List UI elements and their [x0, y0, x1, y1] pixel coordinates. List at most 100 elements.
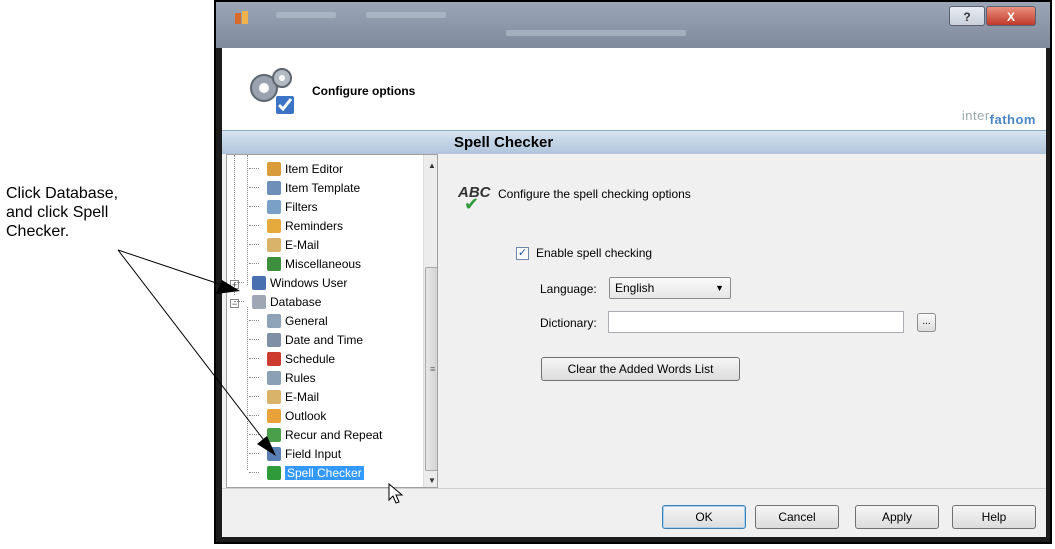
database-icon: [252, 294, 266, 309]
tree-item-field-input[interactable]: Field Input: [267, 444, 341, 463]
annotation-line-2: and click Spell: [6, 204, 109, 221]
tree-item-label: E-Mail: [285, 237, 320, 252]
tree-item-e-mail[interactable]: E-Mail: [267, 387, 319, 406]
tree-item-item-template[interactable]: Item Template: [267, 178, 360, 197]
help-title-button[interactable]: ?: [949, 6, 985, 26]
options-tree: + − Item Editor Item Template Filters Remin…: [226, 154, 438, 488]
browse-button[interactable]: ...: [917, 313, 936, 332]
tree-connector: [249, 187, 259, 188]
field-input-icon: [267, 446, 281, 461]
language-select[interactable]: English ▼: [609, 277, 731, 299]
section-title: Spell Checker: [454, 134, 554, 151]
scrollbar-grip: ≡: [430, 364, 436, 374]
recur-repeat-icon: [267, 427, 281, 442]
tree-connector: [249, 168, 259, 169]
tree-item-general[interactable]: General: [267, 311, 328, 330]
tree-connector: [249, 434, 259, 435]
panel-description: Configure the spell checking options: [498, 187, 691, 201]
close-button[interactable]: X: [986, 6, 1036, 26]
tree-connector: [249, 377, 259, 378]
tree-item-outlook[interactable]: Outlook: [267, 406, 326, 425]
item-editor-icon: [267, 161, 281, 176]
annotation-callout: Click Database, and click Spell Checker.: [6, 184, 206, 241]
tree-item-label: Item Editor: [285, 161, 344, 176]
tree-item-label: Rules: [285, 370, 316, 385]
tree-connector: [247, 155, 248, 285]
tree-item-filters[interactable]: Filters: [267, 197, 318, 216]
tree-item-database[interactable]: Database: [252, 292, 321, 311]
tree-item-item-editor[interactable]: Item Editor: [267, 159, 343, 178]
annotation-line-3: Checker.: [6, 223, 70, 240]
tree-item-label: Filters: [285, 199, 318, 214]
annotation-line-1: Click Database,: [6, 185, 119, 202]
scroll-down-arrow[interactable]: ▼: [428, 476, 436, 485]
tree-connector: [249, 339, 259, 340]
title-menu-blur: [276, 12, 336, 18]
tree-scrollbar[interactable]: ▲ ≡ ▼: [423, 155, 437, 487]
title-menu-blur: [366, 12, 446, 18]
title-bar: ? X: [216, 2, 1050, 48]
spell-checker-panel: ABC ✔ Configure the spell checking optio…: [444, 154, 1046, 488]
gears-icon: [250, 68, 294, 114]
language-value: English: [615, 281, 655, 295]
tree-item-label: Miscellaneous: [285, 256, 362, 271]
tree-connector: [249, 244, 259, 245]
ok-button[interactable]: OK: [662, 505, 746, 529]
tree-item-miscellaneous[interactable]: Miscellaneous: [267, 254, 361, 273]
brand-prefix: inter: [961, 108, 990, 123]
email-icon: [267, 237, 281, 252]
schedule-icon: [267, 351, 281, 366]
tree-connector: [249, 358, 259, 359]
dialog-title: Configure options: [312, 84, 416, 98]
tree-connector: [234, 301, 244, 302]
clear-added-words-button[interactable]: Clear the Added Words List: [541, 357, 740, 381]
reminders-icon: [267, 218, 281, 233]
language-label: Language:: [540, 282, 597, 296]
dictionary-input[interactable]: [608, 311, 904, 333]
tree-item-recur-and-repeat[interactable]: Recur and Repeat: [267, 425, 382, 444]
apply-button[interactable]: Apply: [855, 505, 939, 529]
tree-item-label: Database: [270, 294, 322, 309]
tree-item-windows-user[interactable]: Windows User: [252, 273, 347, 292]
tree-item-label: Windows User: [270, 275, 348, 290]
tree-item-label: Reminders: [285, 218, 344, 233]
enable-spell-checking-label: Enable spell checking: [536, 246, 653, 260]
chevron-down-icon: ▼: [715, 283, 724, 293]
enable-spell-checking-row[interactable]: ✓ Enable spell checking: [516, 246, 652, 260]
miscellaneous-icon: [267, 256, 281, 271]
spell-checker-icon: [267, 465, 281, 480]
scrollbar-thumb[interactable]: ≡: [425, 267, 437, 471]
tree-item-reminders[interactable]: Reminders: [267, 216, 343, 235]
tree-item-rules[interactable]: Rules: [267, 368, 316, 387]
title-menu-blur: [506, 30, 686, 36]
help-button[interactable]: Help: [952, 505, 1036, 529]
date-time-icon: [267, 332, 281, 347]
tree-item-e-mail[interactable]: E-Mail: [267, 235, 319, 254]
check-mark-icon: ✔: [464, 194, 480, 214]
scroll-up-arrow[interactable]: ▲: [428, 161, 436, 170]
general-icon: [267, 313, 281, 328]
configure-options-dialog: ? X Configure options interfathom Spell …: [214, 0, 1052, 544]
tree-item-label: Spell Checker: [285, 465, 364, 480]
tree-connector: [249, 453, 259, 454]
tree-connector: [249, 396, 259, 397]
app-icon: [235, 11, 248, 24]
tree-item-schedule[interactable]: Schedule: [267, 349, 335, 368]
tree-item-label: Outlook: [285, 408, 327, 423]
tree-connector: [249, 206, 259, 207]
tree-item-date-and-time[interactable]: Date and Time: [267, 330, 363, 349]
tree-item-label: Recur and Repeat: [285, 427, 383, 442]
tree-connector: [249, 263, 259, 264]
filters-icon: [267, 199, 281, 214]
tree-item-spell-checker[interactable]: Spell Checker: [267, 463, 364, 482]
cancel-button[interactable]: Cancel: [755, 505, 839, 529]
outlook-icon: [267, 408, 281, 423]
tree-connector: [234, 282, 244, 283]
email-icon: [267, 389, 281, 404]
dialog-footer: OK Cancel Apply Help: [222, 488, 1046, 537]
dialog-header: Configure options interfathom: [222, 48, 1046, 130]
dictionary-label: Dictionary:: [540, 316, 597, 330]
tree-connector: [249, 225, 259, 226]
dialog-client: + − Item Editor Item Template Filters Remin…: [222, 154, 1046, 488]
enable-spell-checking-checkbox[interactable]: ✓: [516, 246, 529, 260]
